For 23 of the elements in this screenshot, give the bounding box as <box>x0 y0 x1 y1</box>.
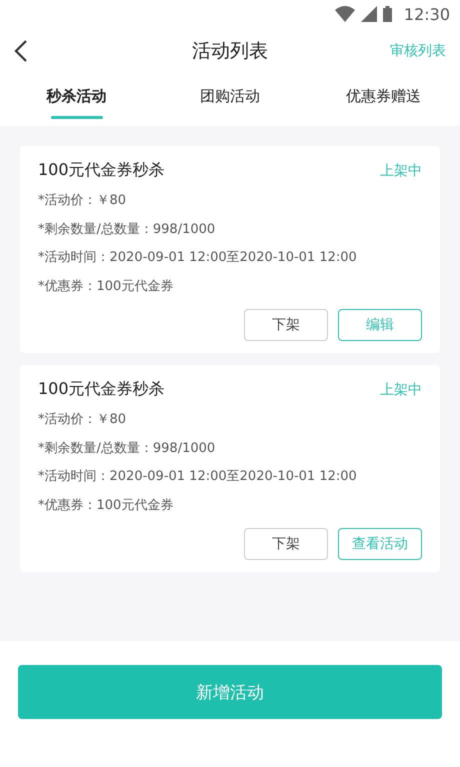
back-button[interactable] <box>14 39 28 63</box>
card-title: 100元代金券秒杀 <box>38 379 165 400</box>
status-label: 上架中 <box>380 162 422 180</box>
detail-text: *优惠券：100元代金券 <box>38 278 174 296</box>
detail-text: *剩余数量/总数量：998/1000 <box>38 220 216 238</box>
detail-text: *优惠券：100元代金券 <box>38 496 174 514</box>
detail-text: *活动价：￥80 <box>38 192 128 210</box>
page-title: 活动列表 <box>192 39 268 64</box>
wifi-icon <box>334 6 355 22</box>
battery-icon <box>382 6 392 22</box>
detail-text: *活动时间：2020-09-01 12:00至2020-10-01 12:00 <box>38 468 358 486</box>
delist-button[interactable]: 下架 <box>244 528 328 560</box>
signal-icon <box>360 6 377 22</box>
delist-button[interactable]: 下架 <box>244 309 328 341</box>
detail-text: *活动价：￥80 <box>38 411 128 429</box>
card-title: 100元代金券秒杀 <box>38 160 165 181</box>
status-label: 上架中 <box>380 380 422 398</box>
detail-text: *剩余数量/总数量：998/1000 <box>38 440 216 458</box>
detail-text: *活动时间：2020-09-01 12:00至2020-10-01 12:00 <box>38 249 358 267</box>
tab[interactable]: 团购活动 <box>153 74 307 126</box>
tab[interactable]: 优惠券赠送 <box>306 74 460 126</box>
tab[interactable]: 秒杀活动 <box>0 74 154 126</box>
status-time: 12:30 <box>404 4 450 24</box>
